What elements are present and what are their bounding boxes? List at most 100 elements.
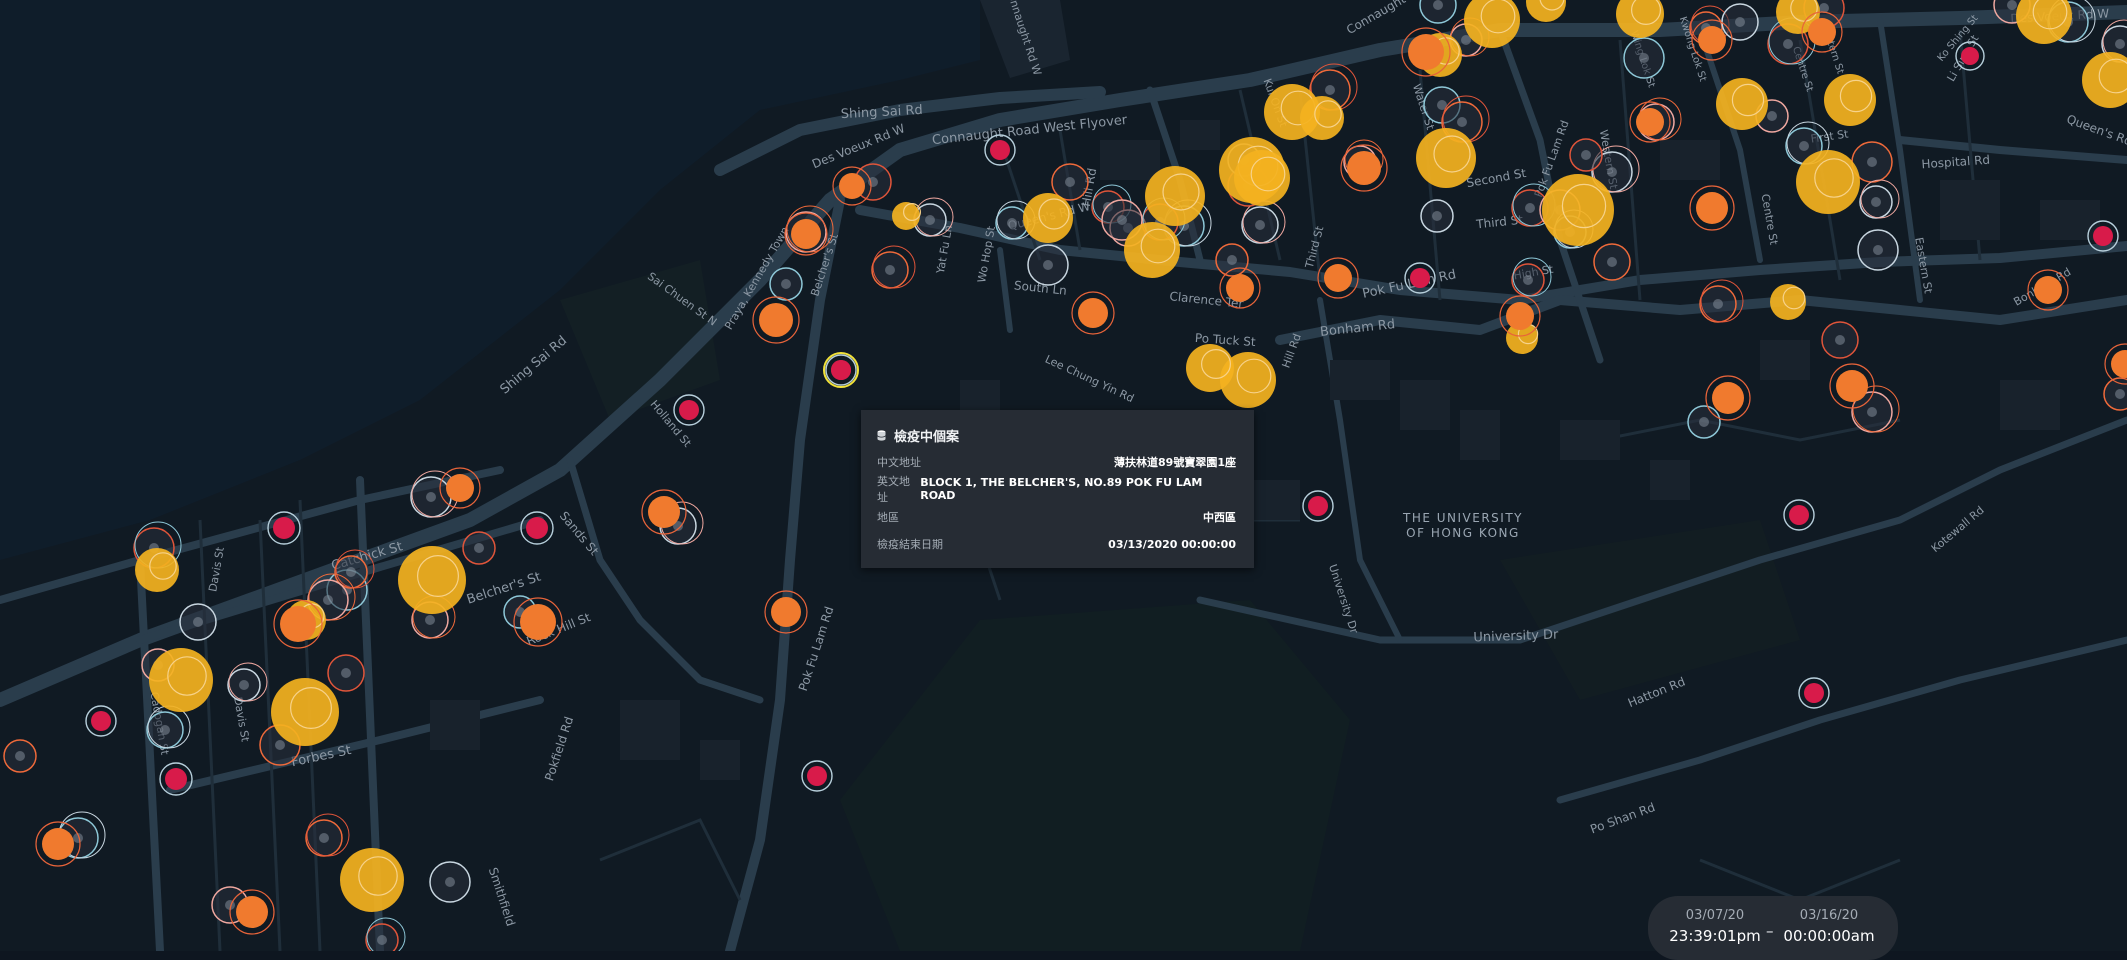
popup-row-english-address: 英文地址 BLOCK 1, THE BELCHER'S, NO.89 POK F… xyxy=(877,475,1236,505)
case-marker-hollow[interactable] xyxy=(1623,37,1665,79)
case-marker-hollow[interactable] xyxy=(3,739,37,773)
start-time: 23:39:01pm xyxy=(1669,927,1761,945)
case-marker-red[interactable] xyxy=(1798,677,1830,709)
case-marker-red[interactable] xyxy=(801,760,833,792)
case-marker-orange[interactable] xyxy=(1401,27,1451,77)
case-marker-orange[interactable] xyxy=(273,599,323,649)
case-marker-orange[interactable] xyxy=(35,821,81,867)
case-marker-hollow[interactable] xyxy=(1569,138,1603,172)
case-marker-yellow[interactable] xyxy=(1186,344,1234,392)
case-marker-orange[interactable] xyxy=(1629,101,1671,143)
case-marker-hollow[interactable] xyxy=(1215,243,1249,277)
time-range-separator: – xyxy=(1766,922,1774,940)
case-marker-hollow[interactable] xyxy=(871,245,916,289)
case-marker-orange[interactable] xyxy=(229,889,275,935)
case-marker-hollow[interactable] xyxy=(334,549,375,589)
case-marker-orange[interactable] xyxy=(439,467,481,509)
case-marker-red[interactable] xyxy=(159,762,193,796)
case-marker-orange[interactable] xyxy=(1829,363,1875,409)
case-marker-yellow[interactable] xyxy=(1416,128,1476,188)
case-marker-red[interactable] xyxy=(1783,499,1815,531)
case-marker-hollow[interactable] xyxy=(179,603,217,641)
case-marker-yellow[interactable] xyxy=(1300,96,1344,140)
case-marker-yellow[interactable] xyxy=(1542,174,1614,246)
case-marker-yellow[interactable] xyxy=(271,678,339,746)
case-marker-yellow[interactable] xyxy=(2082,52,2127,108)
case-marker-yellow[interactable] xyxy=(1023,193,1073,243)
case-marker-hollow[interactable] xyxy=(1511,257,1552,297)
case-marker-yellow[interactable] xyxy=(1770,284,1806,320)
case-marker-yellow[interactable] xyxy=(149,648,213,712)
case-marker-orange[interactable] xyxy=(1340,144,1388,192)
case-marker-hollow[interactable] xyxy=(2103,377,2127,411)
case-marker-hollow[interactable] xyxy=(146,705,191,749)
case-marker-hollow[interactable] xyxy=(1687,405,1721,439)
case-marker-orange[interactable] xyxy=(1801,11,1843,53)
case-marker-hollow[interactable] xyxy=(1420,199,1454,233)
case-marker-red[interactable] xyxy=(1302,490,1334,522)
case-marker-yellow[interactable] xyxy=(1616,0,1664,38)
case-marker-hollow[interactable] xyxy=(1821,321,1859,359)
case-marker-yellow[interactable] xyxy=(340,848,404,912)
case-marker-hollow[interactable] xyxy=(1721,3,1759,41)
case-marker-yellow[interactable] xyxy=(1124,222,1180,278)
case-marker-yellow[interactable] xyxy=(1796,150,1860,214)
case-marker-yellow[interactable] xyxy=(1824,74,1876,126)
case-marker-hollow[interactable] xyxy=(1857,229,1899,271)
popup-key: 中文地址 xyxy=(877,455,921,469)
case-marker-hollow[interactable] xyxy=(769,267,803,301)
case-marker-yellow[interactable] xyxy=(1234,150,1290,206)
case-marker-red[interactable] xyxy=(520,511,554,545)
case-marker-orange[interactable] xyxy=(641,489,687,535)
case-marker-red[interactable] xyxy=(984,134,1016,166)
case-marker-hollow[interactable] xyxy=(1027,244,1069,286)
popup-header: 檢疫中個案 xyxy=(877,422,1236,448)
popup-key: 英文地址 xyxy=(877,475,910,505)
case-marker-red[interactable] xyxy=(1404,262,1436,294)
case-marker-red[interactable] xyxy=(2087,220,2119,252)
popup-value: 薄扶林道89號寶翠園1座 xyxy=(1114,455,1236,469)
popup-row-district: 地區 中西區 xyxy=(877,503,1236,531)
case-marker-yellow[interactable] xyxy=(135,548,179,592)
case-marker-hollow[interactable] xyxy=(1593,243,1631,281)
case-marker-orange[interactable] xyxy=(752,296,800,344)
case-marker-red[interactable] xyxy=(673,394,705,426)
case-marker-orange[interactable] xyxy=(1071,291,1115,335)
time-range-start: 03/07/20 23:39:01pm xyxy=(1660,908,1770,945)
case-marker-yellow[interactable] xyxy=(1716,78,1768,130)
case-marker-orange[interactable] xyxy=(1219,267,1261,309)
case-marker-red[interactable] xyxy=(85,705,117,737)
case-marker-orange[interactable] xyxy=(1317,257,1359,299)
case-marker-hollow[interactable] xyxy=(365,917,406,951)
end-time: 00:00:00am xyxy=(1783,927,1875,945)
case-marker-hollow[interactable] xyxy=(429,861,471,903)
case-marker-hollow[interactable] xyxy=(1859,179,1900,219)
selected-case-marker[interactable] xyxy=(823,352,859,388)
case-marker-orange[interactable] xyxy=(1499,295,1541,337)
case-marker-yellow[interactable] xyxy=(398,546,466,614)
popup-value: 03/13/2020 00:00:00 xyxy=(1108,537,1236,551)
case-marker-hollow[interactable] xyxy=(1241,200,1286,244)
case-marker-hollow[interactable] xyxy=(305,813,350,857)
case-marker-orange[interactable] xyxy=(764,590,808,634)
popup-value: 中西區 xyxy=(1203,510,1236,524)
case-marker-orange[interactable] xyxy=(2027,269,2069,311)
popup-row-quarantine-end: 檢疫結束日期 03/13/2020 00:00:00 xyxy=(877,531,1236,559)
case-marker-orange[interactable] xyxy=(513,597,563,647)
case-marker-yellow[interactable] xyxy=(1526,0,1566,22)
case-marker-red[interactable] xyxy=(267,511,301,545)
case-marker-yellow[interactable] xyxy=(1145,166,1205,226)
case-marker-hollow[interactable] xyxy=(1051,163,1089,201)
case-marker-orange[interactable] xyxy=(784,212,828,256)
case-marker-hollow[interactable] xyxy=(327,654,365,692)
case-marker-orange[interactable] xyxy=(1689,185,1735,231)
case-marker-hollow[interactable] xyxy=(1419,0,1457,24)
case-marker-red[interactable] xyxy=(1955,41,1985,71)
case-marker-hollow[interactable] xyxy=(227,662,268,702)
case-marker-orange[interactable] xyxy=(1691,19,1733,61)
case-marker-hollow[interactable] xyxy=(1699,279,1744,323)
popup-key: 檢疫結束日期 xyxy=(877,538,943,552)
case-marker-orange[interactable] xyxy=(1705,375,1751,421)
case-marker-hollow[interactable] xyxy=(462,531,496,565)
time-range-display[interactable]: 03/07/20 23:39:01pm – 03/16/20 00:00:00a… xyxy=(1648,896,1898,960)
